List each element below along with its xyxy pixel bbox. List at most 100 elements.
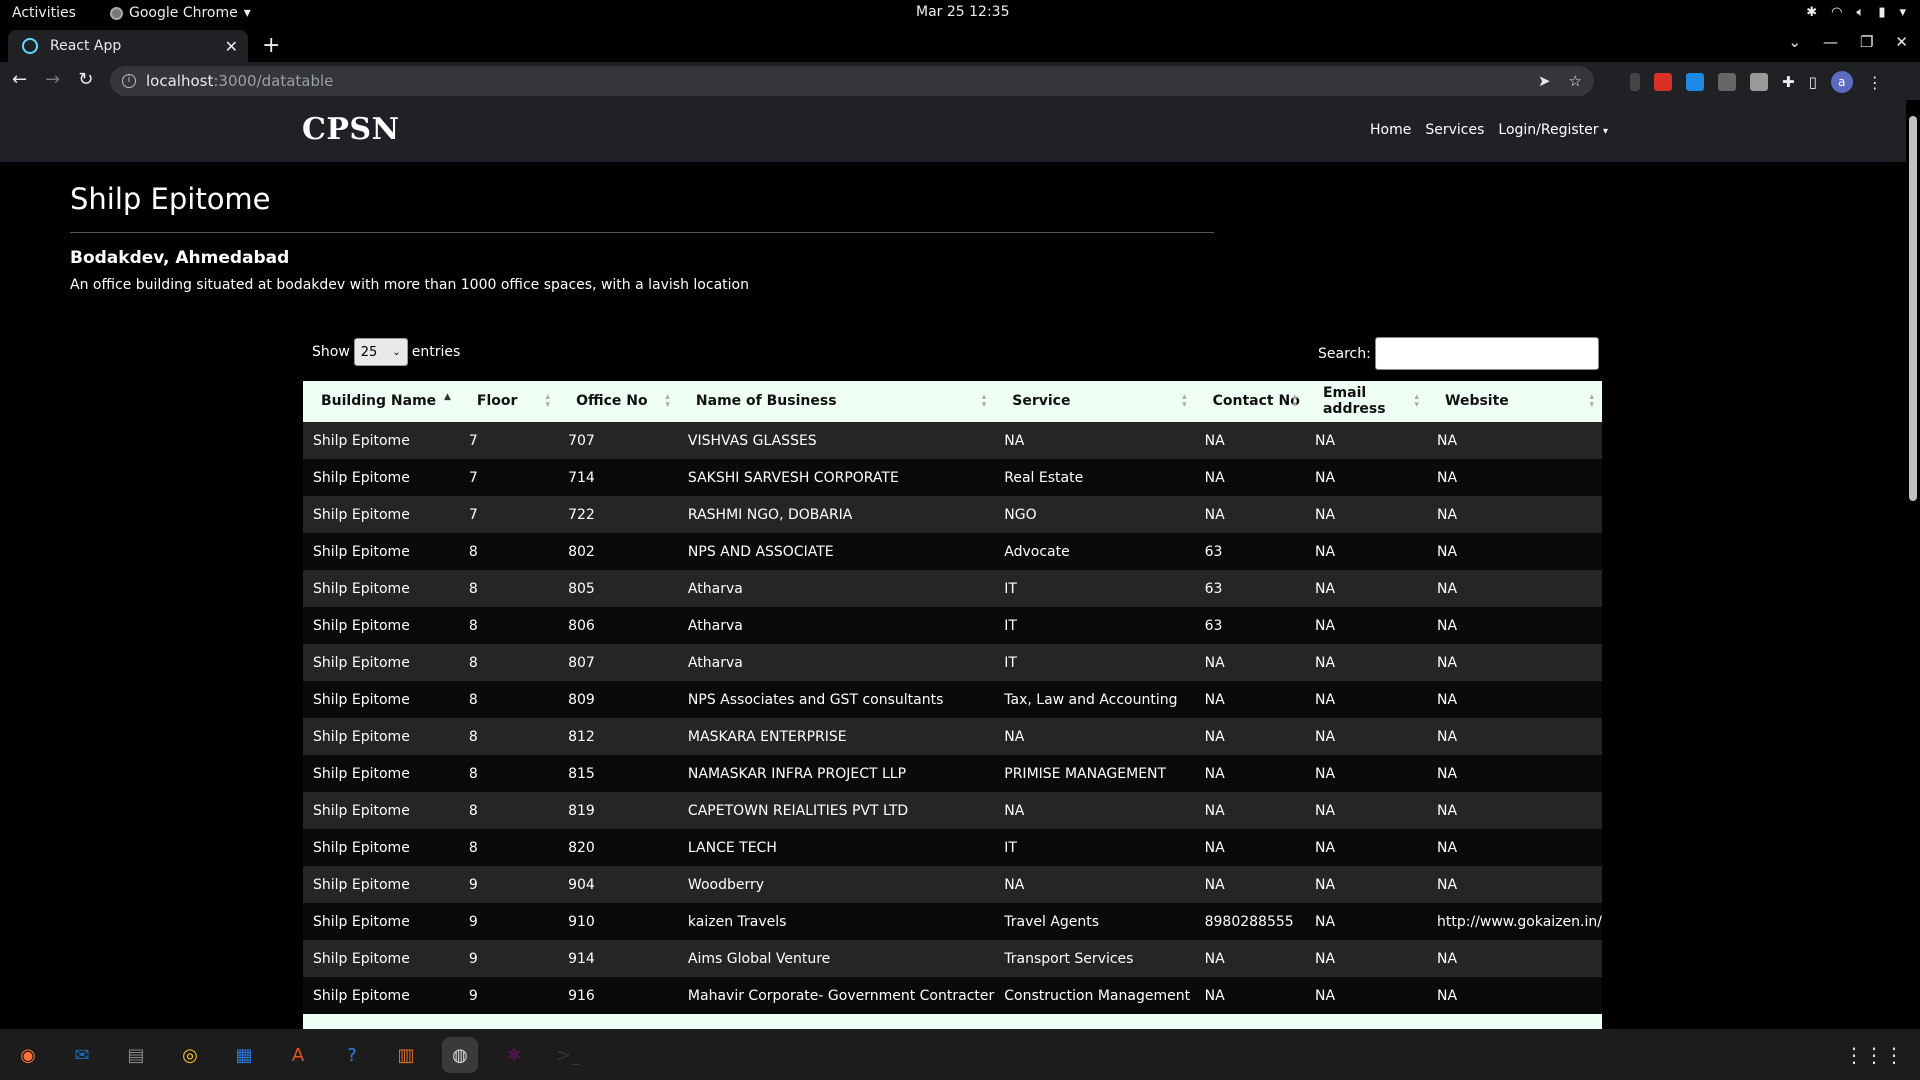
files-icon[interactable]: ▤ xyxy=(118,1037,154,1073)
entries-select[interactable]: 25 ⌄ xyxy=(353,338,408,366)
writer-icon[interactable]: ▦ xyxy=(226,1037,262,1073)
restore-icon[interactable]: ❐ xyxy=(1860,33,1873,51)
table-cell: Transport Services xyxy=(994,940,1195,977)
table-row[interactable]: Shilp Epitome 8 812 MASKARA ENTERPRISE NA NA N… xyxy=(303,718,1602,755)
close-tab-icon[interactable]: ✕ xyxy=(225,37,238,56)
column-header[interactable]: Building Name ▲ xyxy=(303,381,459,423)
slack-icon[interactable]: ✱ xyxy=(1806,5,1817,20)
table-footer-cell xyxy=(994,1014,1195,1029)
table-cell: Real Estate xyxy=(994,459,1195,496)
tab-react-app[interactable]: React App ✕ xyxy=(8,30,248,62)
volume-icon[interactable]: 🔈︎ xyxy=(1857,5,1865,20)
table-row[interactable]: Shilp Epitome 9 914 Aims Global Venture Tran… xyxy=(303,940,1602,977)
page-scrollbar[interactable] xyxy=(1906,100,1920,1029)
back-icon[interactable]: ← xyxy=(12,69,27,90)
table-row[interactable]: Shilp Epitome 9 916 Mahavir Corporate- Gove… xyxy=(303,977,1602,1014)
app-menu[interactable]: Google Chrome ▾ xyxy=(110,5,251,21)
table-row[interactable]: Shilp Epitome 7 722 RASHMI NGO, DOBARIA NGO N… xyxy=(303,496,1602,533)
column-header[interactable]: Floor ▴ ▾ xyxy=(458,381,559,423)
bookmark-star-icon[interactable]: ☆ xyxy=(1569,72,1582,90)
table-cell: 807 xyxy=(558,644,678,681)
table-cell: 8 xyxy=(458,681,559,718)
table-cell: NA xyxy=(1194,977,1305,1014)
nav-home-link[interactable]: Home xyxy=(1370,122,1411,138)
table-row[interactable]: Shilp Epitome 8 806 Atharva IT 63 NA NA xyxy=(303,607,1602,644)
table-row[interactable]: Shilp Epitome 8 802 NPS AND ASSOCIATE Advoca… xyxy=(303,533,1602,570)
wifi-icon[interactable]: ◠ xyxy=(1831,5,1842,20)
address-bar[interactable]: i localhost :3000/datatable ➤ ☆ xyxy=(110,66,1594,96)
column-header[interactable]: Contact No ▴ ▾ xyxy=(1194,381,1305,423)
clock[interactable]: Mar 25 12:35 xyxy=(916,4,1009,20)
scrollbar-thumb[interactable] xyxy=(1909,116,1917,501)
help-icon[interactable]: ? xyxy=(334,1037,370,1073)
extension-icon[interactable] xyxy=(1654,73,1672,91)
sort-icon: ▴ ▾ xyxy=(981,392,987,410)
table-cell: Shilp Epitome xyxy=(303,866,459,903)
slack-icon[interactable]: ✱ xyxy=(496,1037,532,1073)
extension-icon[interactable] xyxy=(1750,73,1768,91)
minimize-icon[interactable]: — xyxy=(1823,33,1838,51)
document-viewer-icon[interactable]: ▥ xyxy=(388,1037,424,1073)
reload-icon[interactable]: ↻ xyxy=(78,69,93,90)
terminal-icon[interactable]: >_ xyxy=(550,1037,586,1073)
send-icon[interactable]: ➤ xyxy=(1538,72,1551,90)
tab-search-icon[interactable]: ⌄ xyxy=(1788,33,1801,51)
column-header[interactable]: Email address ▴ ▾ xyxy=(1304,381,1427,423)
column-header[interactable]: Office No ▴ ▾ xyxy=(558,381,678,423)
url-host: localhost xyxy=(146,72,214,90)
table-cell: 9 xyxy=(458,940,559,977)
pen-extension-icon[interactable] xyxy=(1718,73,1736,91)
close-window-icon[interactable]: ✕ xyxy=(1895,33,1908,51)
column-header[interactable]: Name of Business ▴ ▾ xyxy=(677,381,995,423)
search-input[interactable] xyxy=(1374,337,1599,370)
battery-icon[interactable]: ▮ xyxy=(1878,5,1885,20)
table-cell: 910 xyxy=(558,903,678,940)
site-info-icon[interactable]: i xyxy=(122,74,136,88)
thunderbird-icon[interactable]: ✉ xyxy=(64,1037,100,1073)
column-header[interactable]: Website ▴ ▾ xyxy=(1427,381,1602,423)
forward-icon[interactable]: → xyxy=(45,69,60,90)
table-row[interactable]: Shilp Epitome 8 807 Atharva IT NA NA NA xyxy=(303,644,1602,681)
table-cell: NA xyxy=(1304,459,1427,496)
table-row[interactable]: Shilp Epitome 8 809 NPS Associates and GST … xyxy=(303,681,1602,718)
sort-icon: ▴ ▾ xyxy=(1589,392,1594,410)
nav-login-register-dropdown[interactable]: Login/Register ▾ xyxy=(1498,122,1608,138)
table-row[interactable]: Shilp Epitome 9 910 kaizen Travels Travel Ag… xyxy=(303,903,1602,940)
chrome-icon[interactable]: ◍ xyxy=(442,1037,478,1073)
table-cell: 805 xyxy=(558,570,678,607)
table-row[interactable]: Shilp Epitome 8 815 NAMASKAR INFRA PROJECT … xyxy=(303,755,1602,792)
side-panel-icon[interactable]: ▯ xyxy=(1809,73,1817,91)
table-cell: NA xyxy=(994,718,1195,755)
profile-avatar[interactable]: a xyxy=(1830,71,1853,93)
firefox-icon[interactable]: ◉ xyxy=(10,1037,46,1073)
table-cell: PRIMISE MANAGEMENT xyxy=(994,755,1195,792)
table-row[interactable]: Shilp Epitome 8 805 Atharva IT 63 NA NA xyxy=(303,570,1602,607)
table-row[interactable]: Shilp Epitome 7 714 SAKSHI SARVESH CORPORAT… xyxy=(303,459,1602,496)
show-apps-icon[interactable]: ⋮⋮⋮ xyxy=(1844,1043,1904,1067)
column-header-label: Name of Business xyxy=(695,393,837,410)
site-logo[interactable]: CPSN xyxy=(302,112,400,147)
table-cell: Shilp Epitome xyxy=(303,903,459,940)
nav-services-link[interactable]: Services xyxy=(1425,122,1484,138)
activities-button[interactable]: Activities xyxy=(12,5,76,21)
puzzle-extensions-icon[interactable]: ✚ xyxy=(1782,73,1795,91)
table-cell: Shilp Epitome xyxy=(303,644,459,681)
extension-icon[interactable] xyxy=(1630,73,1640,91)
column-header-label: Website xyxy=(1445,393,1509,410)
table-cell: Shilp Epitome xyxy=(303,829,459,866)
table-cell: 7 xyxy=(458,422,559,459)
table-cell: Shilp Epitome xyxy=(303,533,459,570)
table-row[interactable]: Shilp Epitome 8 819 CAPETOWN REIALITIES PVT… xyxy=(303,792,1602,829)
software-icon[interactable]: A xyxy=(280,1037,316,1073)
kebab-menu-icon[interactable]: ⋮ xyxy=(1867,73,1883,92)
table-cell: NA xyxy=(1304,829,1427,866)
system-tray[interactable]: ✱ ◠ 🔈︎ ▮ ▾ xyxy=(1806,5,1906,20)
table-row[interactable]: Shilp Epitome 7 707 VISHVAS GLASSES NA NA NA NA xyxy=(303,422,1602,459)
column-header[interactable]: Service ▴ ▾ xyxy=(994,381,1195,423)
extension-icon[interactable] xyxy=(1686,73,1704,91)
new-tab-button[interactable]: + xyxy=(262,33,280,58)
rhythmbox-icon[interactable]: ◎ xyxy=(172,1037,208,1073)
table-row[interactable]: Shilp Epitome 9 904 Woodberry NA NA NA NA xyxy=(303,866,1602,903)
power-menu-icon[interactable]: ▾ xyxy=(1899,5,1906,20)
table-row[interactable]: Shilp Epitome 8 820 LANCE TECH IT NA NA NA xyxy=(303,829,1602,866)
